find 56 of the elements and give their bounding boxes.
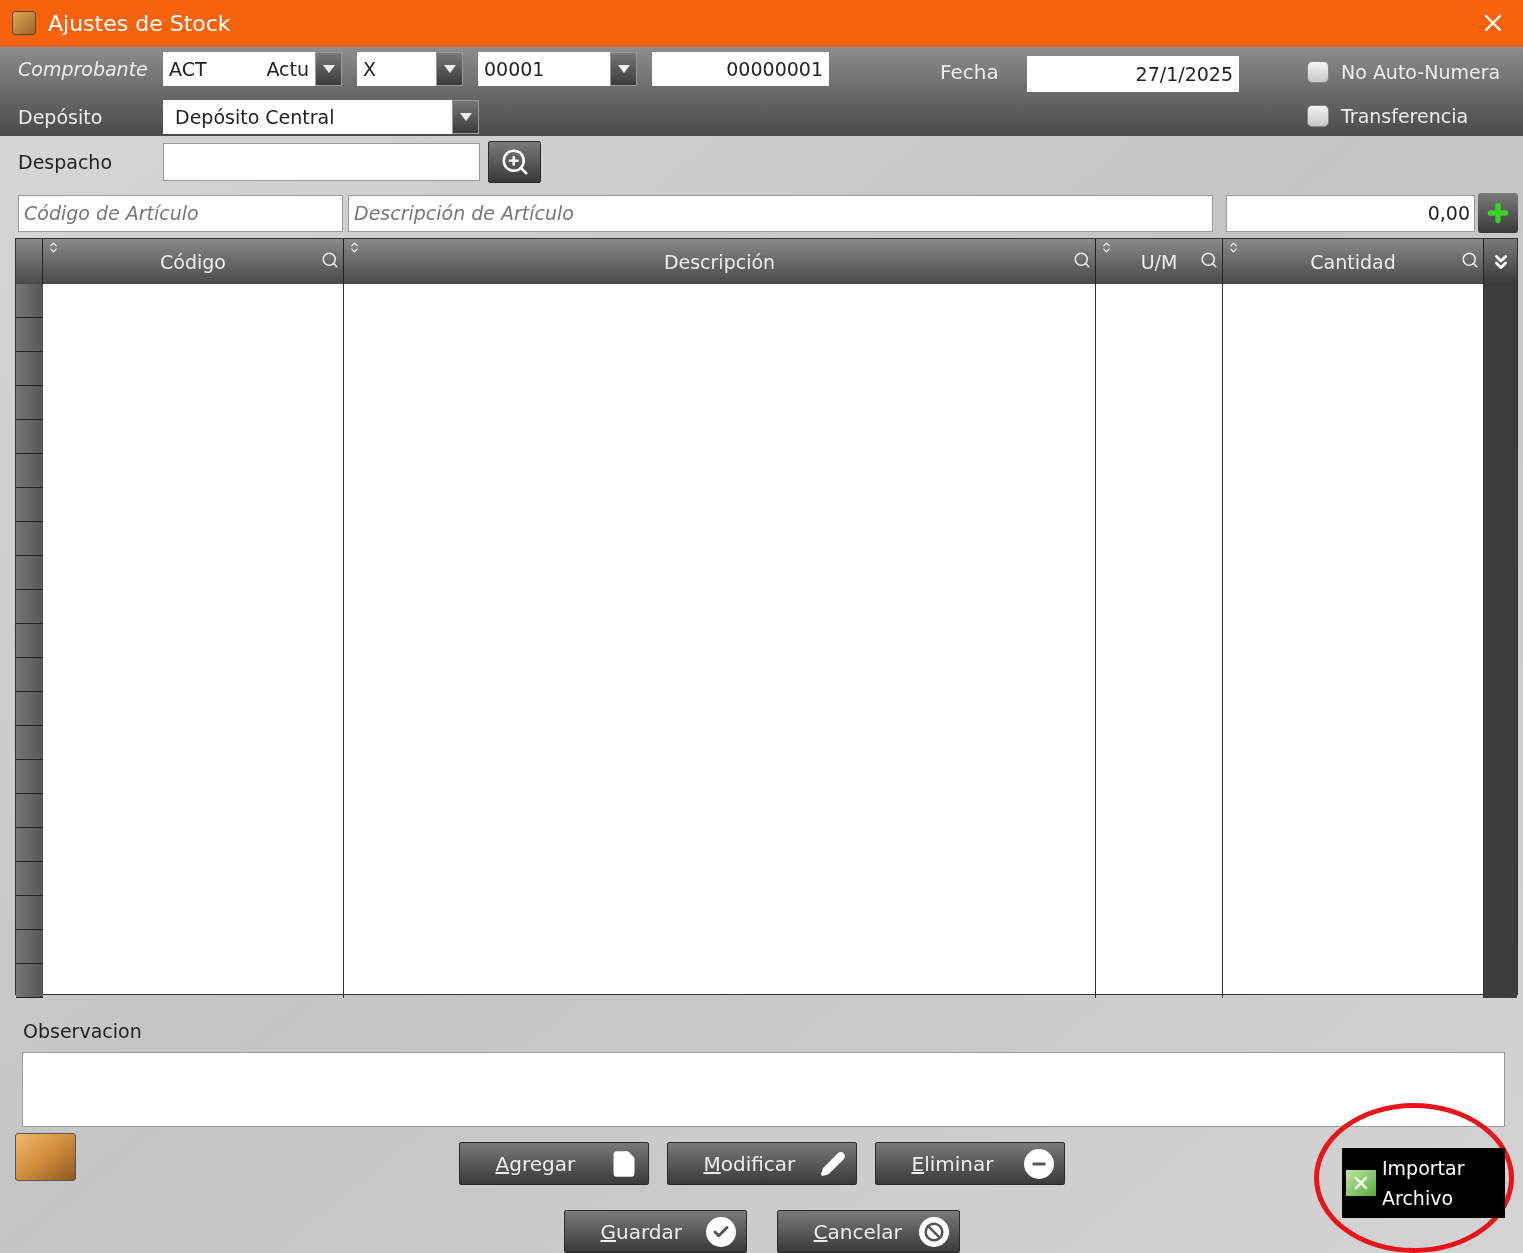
search-icon — [1200, 251, 1218, 270]
checkbox-label: Transferencia — [1341, 103, 1469, 129]
sort-icon — [47, 241, 60, 255]
caret-icon — [617, 64, 630, 73]
column-header[interactable]: Cantidad — [1223, 239, 1484, 285]
date-field[interactable]: 27/1/2025 — [1027, 55, 1239, 92]
search-icon — [1461, 251, 1479, 270]
column-header[interactable]: Código — [43, 239, 344, 285]
input-field[interactable]: Descripción de Artículo — [348, 194, 1213, 232]
input-field[interactable] — [163, 142, 480, 181]
text-area[interactable] — [22, 1051, 1505, 1127]
import-file-button[interactable]: Importar Archivo — [1342, 1148, 1505, 1218]
row-selector[interactable] — [16, 964, 43, 999]
action-button[interactable]: Guardar — [563, 1210, 747, 1253]
dropdown-button[interactable] — [315, 51, 342, 86]
field-label: Fecha — [940, 58, 1000, 86]
action-button[interactable]: Agregar — [458, 1142, 649, 1185]
sort-icon — [1227, 241, 1240, 255]
prohibited-icon — [918, 1216, 949, 1247]
number-field[interactable]: 00000001 — [652, 51, 829, 86]
checkbox[interactable] — [1307, 60, 1329, 83]
checkbox-label: No Auto-Numera — [1341, 59, 1501, 85]
search-button[interactable] — [488, 140, 541, 183]
input-field[interactable]: Código de Artículo — [18, 194, 343, 232]
caret-icon — [322, 64, 335, 73]
caret-icon — [443, 64, 456, 73]
type-code: ACT — [169, 56, 207, 82]
column-header[interactable]: Descripción — [344, 239, 1096, 285]
checkbox[interactable] — [1307, 104, 1329, 127]
dropdown-button[interactable] — [436, 51, 463, 86]
check-icon — [705, 1216, 736, 1247]
pencil-icon — [819, 1150, 846, 1177]
add-button[interactable] — [1478, 193, 1518, 234]
search-icon — [1073, 251, 1091, 270]
corner-header — [16, 239, 43, 285]
field-label: Depósito — [18, 104, 104, 130]
type-name: Actu — [266, 56, 309, 82]
scrollbar[interactable] — [1484, 284, 1517, 999]
sort-icon — [1100, 241, 1113, 255]
expand-button[interactable] — [1484, 239, 1517, 285]
field-label: Despacho — [18, 149, 114, 175]
field-label: Comprobante — [18, 56, 149, 82]
window-title: Ajustes de Stock — [48, 9, 231, 38]
search-icon — [321, 251, 339, 270]
minus-icon — [1023, 1148, 1054, 1179]
action-button[interactable]: Eliminar — [874, 1142, 1065, 1185]
action-button[interactable]: Modificar — [666, 1142, 857, 1185]
dropdown-button[interactable] — [610, 51, 637, 86]
caret-icon — [459, 112, 472, 121]
spreadsheet-icon — [1346, 1170, 1376, 1196]
dropdown-button[interactable] — [452, 99, 479, 134]
sort-icon — [348, 241, 361, 255]
action-button[interactable]: Cancelar — [776, 1210, 960, 1253]
field-label: Observacion — [23, 1019, 143, 1045]
quantity-field[interactable]: 0,00 — [1226, 194, 1475, 232]
column-header[interactable]: U/M — [1096, 239, 1223, 285]
